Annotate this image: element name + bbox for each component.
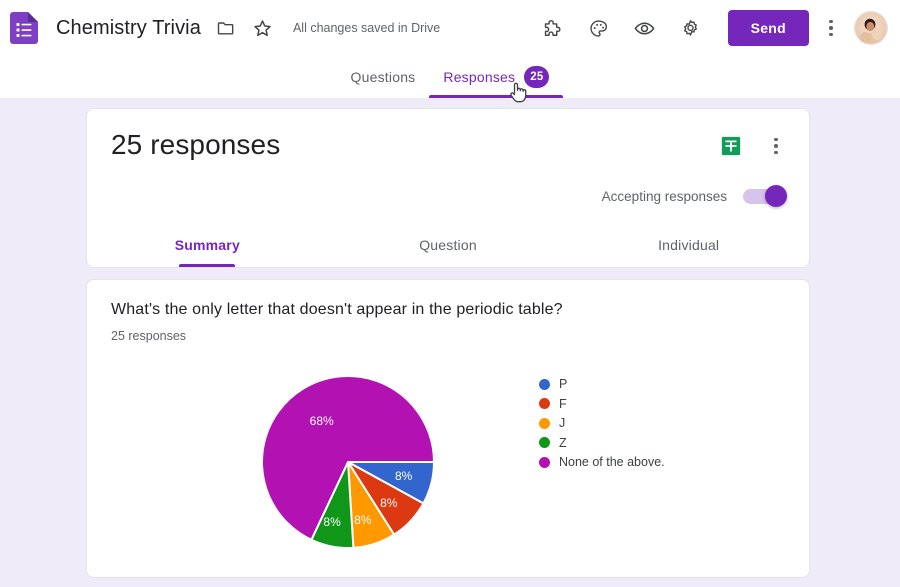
legend-item[interactable]: F xyxy=(539,395,665,413)
accepting-responses-toggle[interactable] xyxy=(743,185,787,207)
avatar[interactable] xyxy=(854,11,888,45)
folder-icon[interactable] xyxy=(214,16,238,40)
tab-summary-label: Summary xyxy=(174,237,240,253)
legend-color-swatch xyxy=(539,398,550,409)
tab-questions[interactable]: Questions xyxy=(337,56,430,98)
tab-individual[interactable]: Individual xyxy=(568,223,809,267)
page-title[interactable]: Chemistry Trivia xyxy=(56,17,201,40)
legend-item[interactable]: J xyxy=(539,414,665,432)
three-dot-menu-icon[interactable] xyxy=(818,11,844,45)
legend-label: J xyxy=(559,416,566,430)
tab-question-label: Question xyxy=(419,237,477,253)
legend-color-swatch xyxy=(539,437,550,448)
puzzle-piece-icon[interactable] xyxy=(536,11,570,45)
legend-color-swatch xyxy=(539,417,550,429)
google-sheets-icon[interactable] xyxy=(716,131,746,161)
palette-icon[interactable] xyxy=(582,11,616,45)
legend-item[interactable]: P xyxy=(539,375,665,393)
tab-responses[interactable]: Responses 25 xyxy=(429,56,564,98)
send-button[interactable]: Send xyxy=(727,10,809,46)
summary-more-options-icon[interactable] xyxy=(761,131,791,161)
legend-color-swatch xyxy=(539,378,550,390)
accepting-responses-row: Accepting responses xyxy=(602,185,787,207)
tab-questions-label: Questions xyxy=(350,69,416,85)
save-status: All changes saved in Drive xyxy=(292,21,441,35)
responses-sub-tabs: Summary Question Individual xyxy=(87,223,809,267)
tab-question[interactable]: Question xyxy=(328,223,569,267)
question-summary-card: What's the only letter that doesn't appe… xyxy=(86,279,810,578)
accepting-responses-label: Accepting responses xyxy=(601,188,727,204)
tab-responses-label: Responses xyxy=(443,69,516,85)
responses-summary-card: 25 responses Accepting responses Summary… xyxy=(86,108,810,268)
question-response-count: 25 responses xyxy=(111,329,187,343)
toggle-knob xyxy=(765,185,787,207)
tab-summary[interactable]: Summary xyxy=(87,223,328,267)
legend-item[interactable]: None of the above. xyxy=(539,453,665,471)
legend-item[interactable]: Z xyxy=(539,434,665,452)
tab-individual-label: Individual xyxy=(658,237,720,253)
legend-color-swatch xyxy=(539,456,550,468)
legend-label: None of the above. xyxy=(559,455,665,469)
pie-chart-container: 8% 8% 8% 8% 68% P F J Z None of the above. xyxy=(87,355,811,555)
star-icon[interactable] xyxy=(251,16,275,40)
responses-count-badge: 25 xyxy=(524,66,550,88)
pie-chart-legend: P F J Z None of the above. xyxy=(539,375,665,473)
response-count-heading: 25 responses xyxy=(111,129,281,160)
gear-icon[interactable] xyxy=(674,11,708,45)
app-header: Chemistry Trivia All changes saved in Dr… xyxy=(0,0,900,56)
google-forms-icon[interactable] xyxy=(10,12,38,44)
legend-label: Z xyxy=(559,435,567,450)
legend-label: P xyxy=(559,377,568,391)
eye-icon[interactable] xyxy=(628,11,662,45)
question-text: What's the only letter that doesn't appe… xyxy=(111,301,563,318)
legend-label: F xyxy=(559,396,567,411)
main-tabs: Questions Responses 25 xyxy=(0,56,900,98)
pie-chart[interactable] xyxy=(250,364,446,560)
header-toolbar: Send xyxy=(530,10,900,46)
